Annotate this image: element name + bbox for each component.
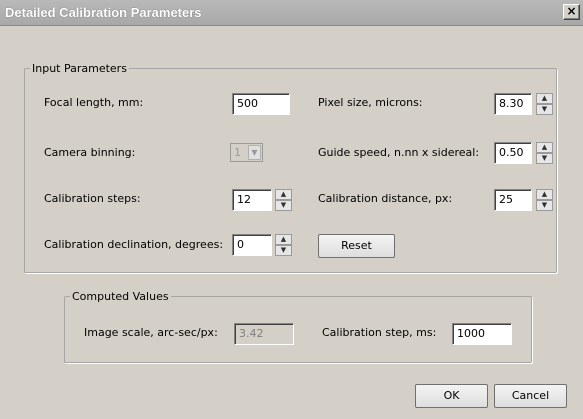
camera-binning-select[interactable]: 1 ▼	[230, 143, 263, 162]
focal-length-input[interactable]: 500	[232, 93, 290, 115]
calibration-declination-spinner[interactable]: ▲ ▼	[275, 234, 292, 256]
title-bar: Detailed Calibration Parameters ×	[0, 0, 583, 26]
guide-speed-label: Guide speed, n.nn x sidereal:	[318, 146, 480, 159]
spin-down-icon[interactable]: ▼	[275, 200, 292, 211]
cancel-button[interactable]: Cancel	[494, 384, 567, 408]
camera-binning-label: Camera binning:	[44, 146, 136, 159]
spin-down-icon[interactable]: ▼	[275, 245, 292, 256]
spin-down-icon[interactable]: ▼	[536, 153, 553, 164]
focal-length-label: Focal length, mm:	[44, 96, 144, 109]
spin-up-icon[interactable]: ▲	[536, 142, 553, 153]
pixel-size-spinner[interactable]: ▲ ▼	[536, 93, 553, 115]
guide-speed-spinner[interactable]: ▲ ▼	[536, 142, 553, 164]
image-scale-field: 3.42	[234, 323, 294, 345]
calibration-steps-input[interactable]: 12	[232, 189, 272, 211]
pixel-size-label: Pixel size, microns:	[318, 96, 423, 109]
calibration-steps-label: Calibration steps:	[44, 192, 141, 205]
image-scale-label: Image scale, arc-sec/px:	[84, 326, 218, 339]
spin-up-icon[interactable]: ▲	[275, 234, 292, 245]
computed-values-legend: Computed Values	[72, 290, 169, 303]
calibration-steps-spinner[interactable]: ▲ ▼	[275, 189, 292, 211]
calibration-distance-spinner[interactable]: ▲ ▼	[536, 189, 553, 211]
calibration-declination-label: Calibration declination, degrees:	[44, 238, 224, 251]
reset-button[interactable]: Reset	[318, 234, 395, 258]
close-button[interactable]: ×	[563, 4, 580, 20]
window-title: Detailed Calibration Parameters	[5, 5, 202, 20]
calibration-step-label: Calibration step, ms:	[322, 326, 437, 339]
calibration-step-field[interactable]: 1000	[452, 323, 512, 345]
spin-up-icon[interactable]: ▲	[275, 189, 292, 200]
ok-button[interactable]: OK	[415, 384, 488, 408]
input-parameters-legend: Input Parameters	[32, 62, 127, 75]
spin-up-icon[interactable]: ▲	[536, 93, 553, 104]
spin-down-icon[interactable]: ▼	[536, 104, 553, 115]
spin-down-icon[interactable]: ▼	[536, 200, 553, 211]
camera-binning-value: 1	[234, 146, 241, 159]
calibration-distance-input[interactable]: 25	[494, 189, 532, 211]
calibration-distance-label: Calibration distance, px:	[318, 192, 453, 205]
guide-speed-input[interactable]: 0.50	[494, 142, 532, 164]
chevron-down-icon: ▼	[248, 145, 261, 160]
close-icon: ×	[566, 4, 577, 18]
spin-up-icon[interactable]: ▲	[536, 189, 553, 200]
calibration-declination-input[interactable]: 0	[232, 234, 272, 256]
pixel-size-input[interactable]: 8.30	[494, 93, 532, 115]
